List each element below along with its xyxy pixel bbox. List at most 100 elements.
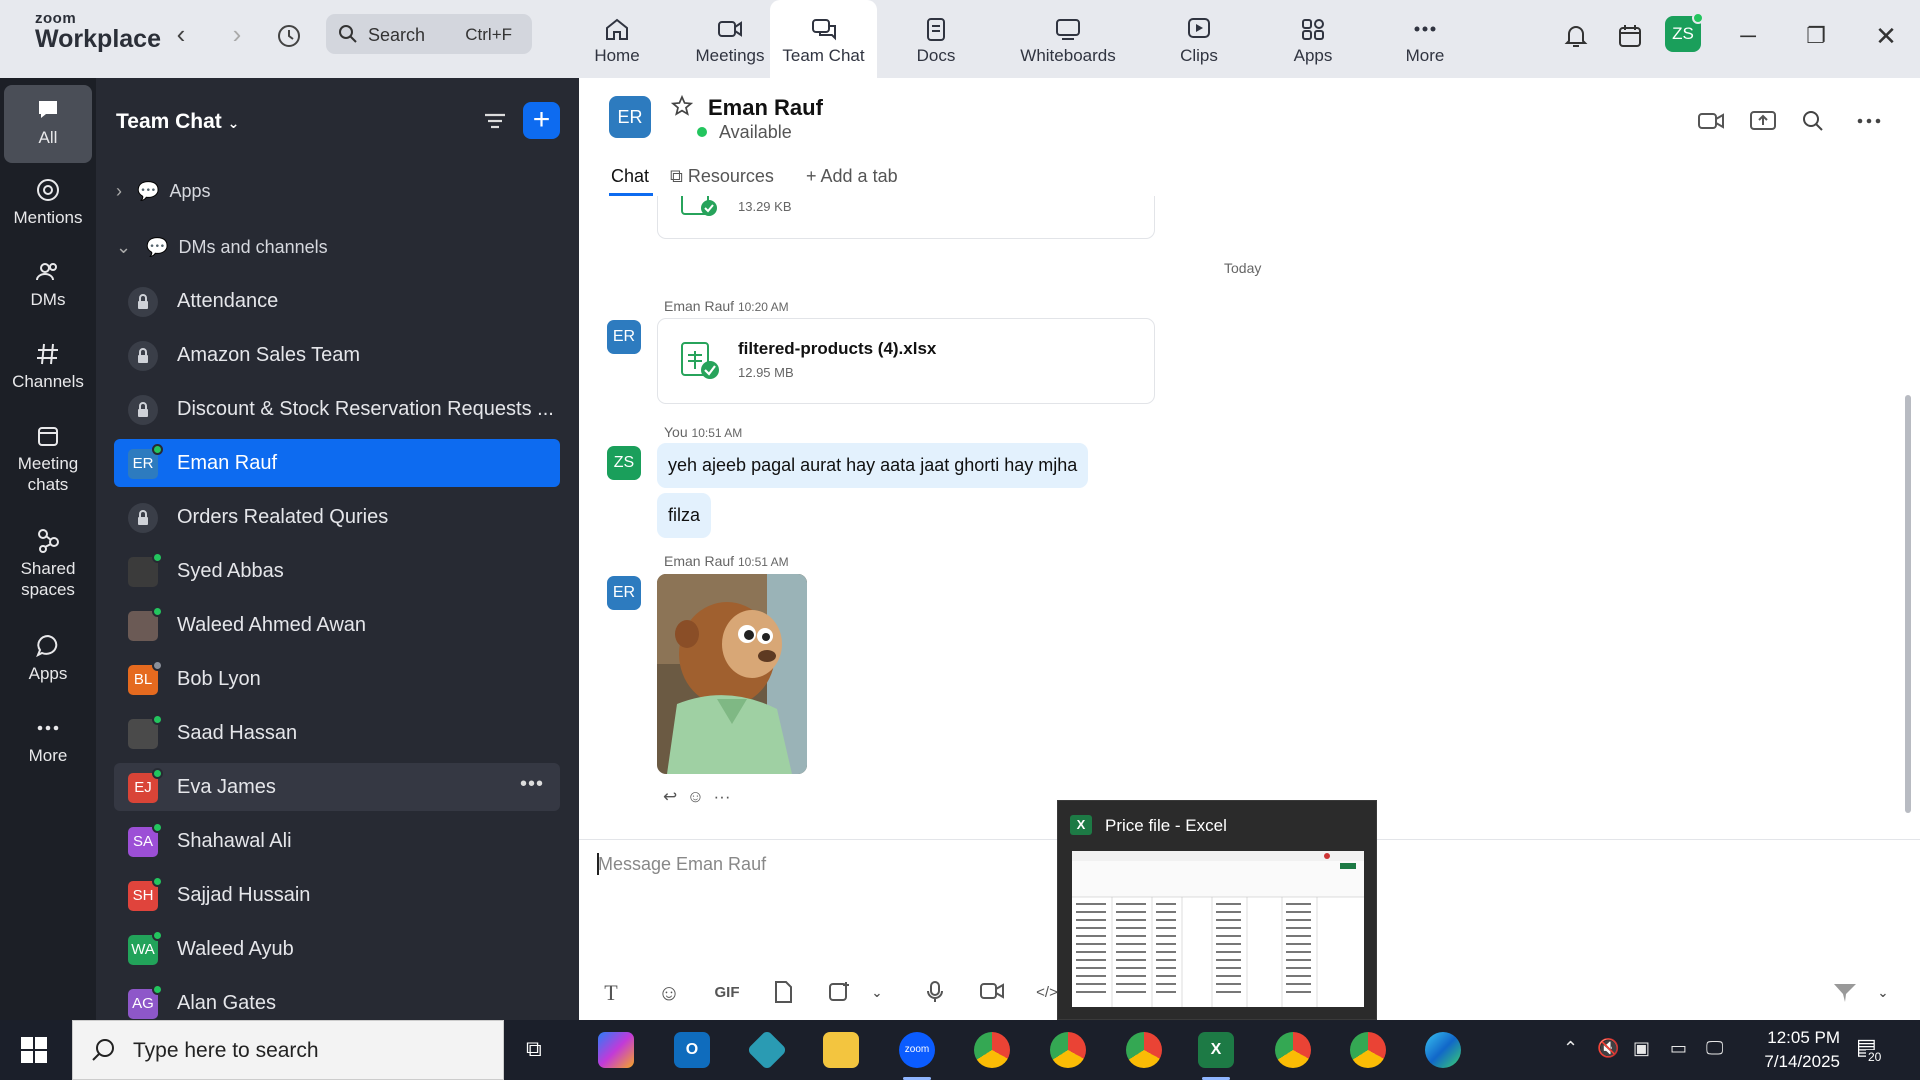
file-attach-icon[interactable] (770, 980, 796, 1006)
rail-item-meeting-chats[interactable]: Meeting chats (0, 422, 96, 495)
rail-label-chats: chats (27, 475, 69, 494)
tab-add-label: Add a tab (820, 166, 898, 186)
tab-clips[interactable]: Clips (1144, 0, 1254, 78)
tab-team-chat[interactable]: Team Chat (770, 0, 877, 78)
channel-item[interactable]: Orders Realated Quries (114, 493, 560, 541)
add-reaction-icon[interactable]: ☺ (687, 787, 704, 806)
channel-item[interactable]: Saad Hassan (114, 709, 560, 757)
emoji-icon[interactable]: ☺ (656, 980, 682, 1006)
message-bubble[interactable]: yeh ajeeb pagal aurat hay aata jaat ghor… (657, 443, 1089, 488)
close-icon[interactable]: ✕ (1868, 18, 1904, 54)
puppet-meme-image[interactable] (657, 574, 807, 774)
rail-item-more[interactable]: More (0, 714, 96, 766)
tab-apps[interactable]: Apps (1258, 0, 1368, 78)
more-options-icon[interactable] (1855, 108, 1883, 134)
more-options-icon[interactable]: ••• (520, 773, 544, 796)
chrome-profile-icon[interactable] (1275, 1032, 1311, 1068)
calendar-icon[interactable] (1612, 18, 1648, 54)
rail-item-channels[interactable]: Channels (0, 340, 96, 392)
global-search-box[interactable]: Search Ctrl+F (326, 14, 532, 54)
rail-item-all[interactable]: All (0, 96, 96, 148)
reply-icon[interactable]: ↩ (663, 787, 677, 806)
contact-avatar[interactable]: ER (609, 96, 651, 138)
tab-add[interactable]: + Add a tab (806, 166, 898, 187)
channel-item[interactable]: WA Waleed Ayub (114, 925, 560, 973)
forward-arrow-icon[interactable]: › (222, 20, 252, 50)
file-explorer-icon[interactable] (823, 1032, 859, 1068)
screenshot-icon[interactable] (826, 980, 852, 1006)
search-icon[interactable] (1800, 108, 1828, 134)
taskbar-search-box[interactable]: Type here to search (72, 1020, 504, 1080)
channel-item[interactable]: Discount & Stock Reservation Requests ..… (114, 385, 560, 433)
rail-item-shared-spaces[interactable]: Shared spaces (0, 527, 96, 600)
volume-muted-icon[interactable]: 🔇 (1597, 1038, 1619, 1059)
format-text-icon[interactable]: T (598, 980, 624, 1006)
windows-start-icon[interactable] (20, 1036, 48, 1064)
video-call-icon[interactable] (1697, 108, 1725, 134)
star-icon[interactable] (670, 94, 694, 118)
channel-item[interactable]: Attendance (114, 277, 560, 325)
send-icon[interactable] (1832, 980, 1858, 1006)
chat-scrollbar[interactable] (1905, 395, 1911, 813)
section-apps[interactable]: › 💬 Apps (116, 181, 210, 202)
channel-item[interactable]: Waleed Ahmed Awan (114, 601, 560, 649)
excel-window-preview[interactable]: X Price file - Excel (1057, 800, 1377, 1020)
bell-icon[interactable] (1558, 18, 1594, 54)
outlook-app-icon[interactable]: O (674, 1032, 710, 1068)
rail-item-apps[interactable]: Apps (0, 632, 96, 684)
spreadsheet-file-icon (681, 196, 717, 216)
previous-file-card[interactable]: 13.29 KB (657, 196, 1155, 239)
file-attachment-card[interactable]: filtered-products (4).xlsx 12.95 MB (657, 318, 1155, 404)
network-icon[interactable]: 🖵 (1706, 1038, 1723, 1059)
share-screen-icon[interactable] (1749, 108, 1777, 134)
excel-app-icon[interactable]: X (1198, 1032, 1234, 1068)
channel-item[interactable]: Amazon Sales Team (114, 331, 560, 379)
tab-home[interactable]: Home (560, 0, 674, 78)
video-message-icon[interactable] (979, 980, 1005, 1006)
tab-more[interactable]: More (1370, 0, 1480, 78)
rail-item-mentions[interactable]: Mentions (0, 176, 96, 228)
back-arrow-icon[interactable]: ‹ (166, 20, 196, 50)
filter-icon[interactable] (480, 106, 510, 136)
chevron-down-icon[interactable]: ⌄ (864, 980, 890, 1006)
task-view-icon[interactable]: ⧉ (526, 1036, 554, 1064)
channel-item[interactable]: BL Bob Lyon (114, 655, 560, 703)
message-avatar[interactable]: ER (607, 320, 641, 354)
tab-whiteboards[interactable]: Whiteboards (1010, 0, 1126, 78)
edge-app-icon[interactable] (1425, 1032, 1461, 1068)
restore-icon[interactable]: ❐ (1798, 18, 1834, 54)
section-dms-channels[interactable]: ⌄ 💬 DMs and channels (116, 237, 328, 258)
meet-now-icon[interactable]: ▣ (1633, 1038, 1650, 1059)
more-options-icon[interactable]: ··· (714, 787, 731, 806)
tab-chat[interactable]: Chat (611, 166, 649, 187)
channel-item[interactable]: EJ Eva James ••• (114, 763, 560, 811)
copilot-app-icon[interactable] (598, 1032, 634, 1068)
message-avatar[interactable]: ER (607, 576, 641, 610)
battery-icon[interactable]: ▭ (1670, 1038, 1687, 1059)
message-avatar[interactable]: ZS (607, 446, 641, 480)
microphone-icon[interactable] (922, 980, 948, 1006)
chrome-profile-icon[interactable] (1126, 1032, 1162, 1068)
zoom-app-icon[interactable]: zoom (899, 1032, 935, 1068)
minimize-icon[interactable]: ─ (1730, 18, 1766, 54)
channel-item[interactable]: SA Shahawal Ali (114, 817, 560, 865)
chrome-profile-icon[interactable] (1050, 1032, 1086, 1068)
taskbar-clock[interactable]: 12:05 PM 7/14/2025 (1740, 1026, 1840, 1074)
rail-item-dms[interactable]: DMs (0, 258, 96, 310)
tab-docs[interactable]: Docs (880, 0, 992, 78)
history-icon[interactable] (274, 20, 304, 50)
gif-button[interactable]: GIF (712, 980, 742, 1006)
tab-chat-underline (609, 193, 653, 196)
send-options-chevron-icon[interactable]: ⌄ (1870, 980, 1896, 1006)
message-bubble[interactable]: filza (657, 493, 712, 538)
chrome-profile-icon[interactable] (1350, 1032, 1386, 1068)
message-input[interactable]: Message Eman Rauf (598, 854, 766, 875)
channel-item[interactable]: ER Eman Rauf (114, 439, 560, 487)
tray-chevron-up-icon[interactable]: ⌃ (1563, 1038, 1578, 1059)
channel-item[interactable]: Syed Abbas (114, 547, 560, 595)
sidebar-title[interactable]: Team Chat ⌄ (116, 110, 239, 134)
chrome-app-icon[interactable] (974, 1032, 1010, 1068)
tab-resources[interactable]: ⧉ Resources (670, 166, 774, 187)
new-chat-button[interactable]: + (523, 102, 560, 139)
channel-item[interactable]: SH Sajjad Hussain (114, 871, 560, 919)
